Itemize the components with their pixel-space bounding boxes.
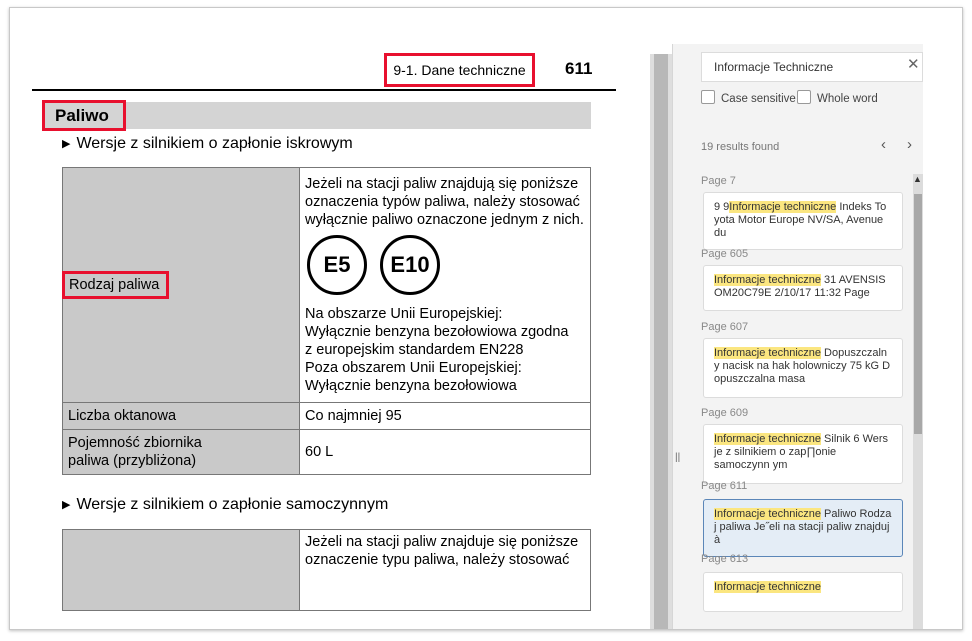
results-scrollbar-thumb[interactable] [914, 194, 922, 434]
scroll-up-icon[interactable]: ▲ [913, 174, 922, 184]
case-sensitive-option[interactable]: Case sensitive [701, 90, 796, 105]
fuel-text-line: Wyłącznie benzyna bezołowiowa zgodna [305, 323, 569, 340]
diesel-text-line: Jeżeli na stacji paliw znajduje się poni… [305, 534, 579, 550]
results-count: 19 results found [701, 141, 780, 153]
search-result-card[interactable]: Informacje techniczne 31 AVENSIS OM20C79… [703, 265, 903, 311]
subheading-compression-ignition: ▶ Wersje z silnikiem o zapłonie samoczynn… [62, 496, 388, 514]
fuel-region-text: Na obszarze Unii Europejskiej: Wyłącznie… [305, 305, 585, 399]
result-match-highlight: Informacje techniczne [714, 508, 821, 520]
octane-value: Co najmniej 95 [299, 402, 591, 430]
subheading-text: Wersje z silnikiem o zapłonie samoczynny… [76, 496, 389, 513]
next-result-icon[interactable]: › [907, 136, 912, 153]
whole-word-label: Whole word [817, 93, 878, 105]
result-page-label: Page 611 [701, 480, 748, 492]
octane-label: Liczba oktanowa [62, 402, 300, 430]
fuel-type-value-cell: Jeżeli na stacji paliw znajdują się poni… [299, 167, 591, 403]
result-prefix: 9 9 [714, 201, 730, 213]
fuel-text-line: Na obszarze Unii Europejskiej: [305, 305, 503, 322]
search-input[interactable]: Informacje Techniczne [701, 52, 923, 82]
header-title: 9-1. Dane techniczne [393, 62, 526, 78]
triangle-bullet-icon: ▶ [62, 499, 71, 511]
diesel-value-cell: Jeżeli na stacji paliw znajduje się poni… [299, 529, 591, 611]
fuel-type-label: Rodzaj paliwa [69, 277, 160, 293]
table-row: Pojemność zbiornika paliwa (przybliżona)… [62, 429, 591, 475]
fuel-text-line: z europejskim standardem EN228 [305, 341, 524, 358]
diesel-spec-table: Jeżeli na stacji paliw znajduje się poni… [62, 529, 591, 611]
whole-word-option[interactable]: Whole word [797, 90, 878, 105]
fuel-text-line: wyłącznie paliwo oznaczone jednym z nich… [305, 211, 584, 228]
subheading-text: Wersje z silnikiem o zapłonie iskrowym [76, 135, 353, 152]
fuel-text-line: Jeżeli na stacji paliw znajdują się poni… [305, 175, 579, 192]
result-page-label: Page 7 [701, 175, 736, 187]
subheading-spark-ignition: ▶ Wersje z silnikiem o zapłonie iskrowym [62, 135, 353, 153]
tank-capacity-value: 60 L [299, 429, 591, 475]
tank-label-line: Pojemność zbiornika [68, 435, 202, 451]
panel-resize-handle[interactable]: || [675, 452, 680, 463]
result-page-label: Page 613 [701, 553, 749, 565]
search-result-card[interactable]: Informacje techniczne Silnik 6 Wers je z… [703, 424, 903, 484]
pdf-viewer-window: 9-1. Dane techniczne 611 Paliwo ▶ Wersje … [9, 7, 963, 630]
e10-badge-icon: E10 [380, 234, 440, 295]
tank-label-line: paliwa (przybliżona) [68, 453, 197, 469]
result-match-highlight: Informacje techniczne [714, 347, 821, 359]
fuel-intro-text: Jeżeli na stacji paliw znajdują się poni… [305, 172, 585, 229]
result-match-highlight: Informacje techniczne [729, 201, 837, 213]
fuel-text-line: Poza obszarem Unii Europejskiej: [305, 359, 522, 376]
result-page-label: Page 609 [701, 407, 749, 419]
table-row: Jeżeli na stacji paliw znajduje się poni… [62, 529, 591, 611]
result-match-highlight: Informacje techniczne [714, 433, 821, 445]
previous-result-icon[interactable]: ‹ [881, 136, 886, 153]
tank-capacity-label: Pojemność zbiornika paliwa (przybliżona) [62, 429, 300, 475]
triangle-bullet-icon: ▶ [62, 138, 71, 150]
whole-word-checkbox[interactable] [797, 90, 811, 104]
section-title-highlight-box: Paliwo [42, 100, 126, 131]
section-title: Paliwo [55, 106, 109, 125]
case-sensitive-label: Case sensitive [721, 93, 796, 105]
search-result-card[interactable]: Informacje techniczne Dopuszczaln y naci… [703, 338, 903, 398]
case-sensitive-checkbox[interactable] [701, 90, 715, 104]
document-page: 9-1. Dane techniczne 611 Paliwo ▶ Wersje … [10, 8, 650, 629]
result-match-highlight: Informacje techniczne [714, 274, 821, 286]
document-scrollbar-thumb[interactable] [654, 54, 668, 629]
fuel-spec-table: Rodzaj paliwa Jeżeli na stacji paliw zna… [62, 167, 591, 475]
table-row: Rodzaj paliwa Jeżeli na stacji paliw zna… [62, 167, 591, 403]
result-page-label: Page 607 [701, 321, 749, 333]
diesel-text-line: oznaczenie typu paliwa, należy stosować [305, 552, 570, 568]
search-result-card[interactable]: Informacje techniczne [703, 572, 903, 612]
search-panel: || Informacje Techniczne ✕ Case sensitiv… [672, 44, 923, 629]
header-rule [32, 89, 616, 91]
e5-badge-icon: E5 [307, 234, 367, 295]
close-icon[interactable]: ✕ [907, 55, 920, 73]
fuel-type-highlight-box: Rodzaj paliwa [62, 271, 170, 299]
table-row: Liczba oktanowa Co najmniej 95 [62, 402, 591, 430]
result-match-highlight: Informacje techniczne [714, 581, 821, 593]
fuel-text-line: oznaczenia typów paliwa, należy stosować [305, 193, 580, 210]
fuel-text-line: Wyłącznie benzyna bezołowiowa [305, 377, 517, 394]
diesel-intro-text: Jeżeli na stacji paliw znajduje się poni… [305, 530, 585, 569]
result-page-label: Page 605 [701, 248, 749, 260]
header-title-highlight-box: 9-1. Dane techniczne [384, 53, 535, 87]
diesel-label-cell [62, 529, 300, 611]
fuel-badges: E5 E10 [305, 229, 585, 305]
search-result-card-selected[interactable]: Informacje techniczne Paliwo Rodza j pal… [703, 499, 903, 557]
fuel-type-label-cell: Rodzaj paliwa [62, 167, 300, 403]
search-result-card[interactable]: 9 9Informacje techniczne Indeks To yota … [703, 192, 903, 250]
page-number: 611 [565, 59, 593, 78]
